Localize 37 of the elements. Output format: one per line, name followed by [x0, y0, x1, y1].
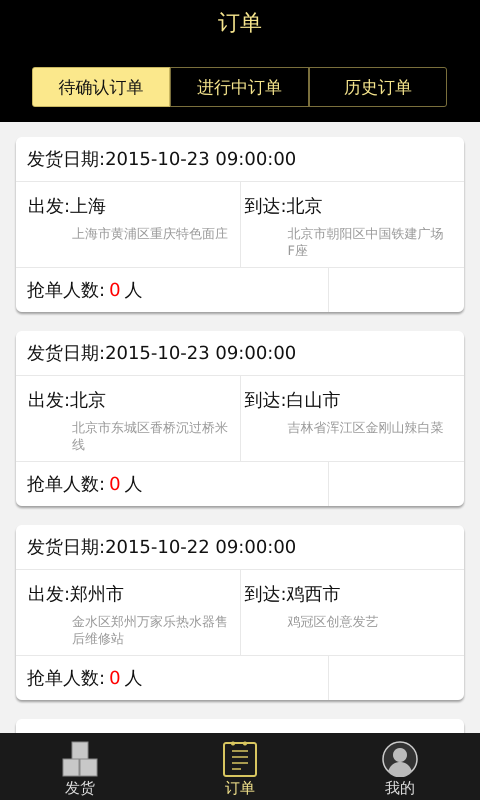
order-tab[interactable]: 进行中订单	[170, 67, 309, 107]
origin-label: 出发:北京	[28, 389, 106, 412]
nav-tab[interactable]: 订单	[160, 733, 320, 800]
order-card[interactable]: 发货日期:2015-10-22 09:00:00 出发:郑州市 金水区郑州万家乐热水器售后维修站 到达:鸡西市 鸡冠区创意发艺 抢单人数: 0 人	[16, 525, 464, 700]
order-tab[interactable]: 待确认订单	[32, 67, 170, 107]
destination-label: 到达:白山市	[244, 389, 341, 412]
bidder-unit: 人	[124, 279, 143, 302]
order-tab[interactable]: 历史订单	[308, 67, 447, 107]
ship-date: 发货日期:2015-10-22 09:00:00	[27, 536, 296, 559]
origin-address: 上海市黄浦区重庆特色面庄	[72, 226, 229, 243]
screen-title: 订单	[217, 10, 263, 38]
nav-tab[interactable]: 发货	[0, 733, 160, 800]
origin-address: 北京市东城区香桥沉过桥米线	[72, 420, 229, 454]
origin-label: 出发:郑州市	[28, 583, 124, 606]
bidder-count: 0	[109, 668, 121, 688]
destination-address: 鸡冠区创意发艺	[288, 614, 380, 631]
destination-label: 到达:鸡西市	[244, 583, 341, 606]
origin-label: 出发:上海	[28, 195, 106, 218]
avatar-icon	[382, 741, 418, 777]
bidder-count-label: 抢单人数:	[27, 279, 106, 302]
destination-address: 吉林省浑江区金刚山辣白菜	[288, 420, 444, 437]
bidder-count: 0	[109, 474, 121, 494]
bidder-count: 0	[109, 280, 121, 300]
order-card[interactable]: 发货日期:2015-10-23 09:00:00 出发:上海 上海市黄浦区重庆特色面庄 到达:北京 北京市朝阳区中国铁建广场F座 抢单人数: 0 人	[16, 137, 464, 312]
origin-address: 金水区郑州万家乐热水器售后维修站	[72, 614, 229, 648]
destination-label: 到达:北京	[244, 195, 323, 218]
bidder-unit: 人	[124, 473, 143, 496]
destination-address: 北京市朝阳区中国铁建广场F座	[288, 226, 444, 260]
order-card[interactable]: 发货日期:2015-10-23 09:00:00 出发:北京 北京市东城区香桥沉过桥米线 到达:白山市 吉林省浑江区金刚山辣白菜 抢单人数: 0 人	[16, 331, 464, 506]
ship-date: 发货日期:2015-10-23 09:00:00	[27, 148, 296, 171]
bidder-count-label: 抢单人数:	[27, 667, 106, 690]
ship-date: 发货日期:2015-10-23 09:00:00	[27, 342, 296, 365]
bidder-unit: 人	[124, 667, 143, 690]
nav-tab[interactable]: 我的	[320, 733, 480, 800]
boxes-icon	[62, 742, 98, 776]
notepad-icon	[223, 742, 257, 777]
bidder-count-label: 抢单人数:	[27, 473, 106, 496]
